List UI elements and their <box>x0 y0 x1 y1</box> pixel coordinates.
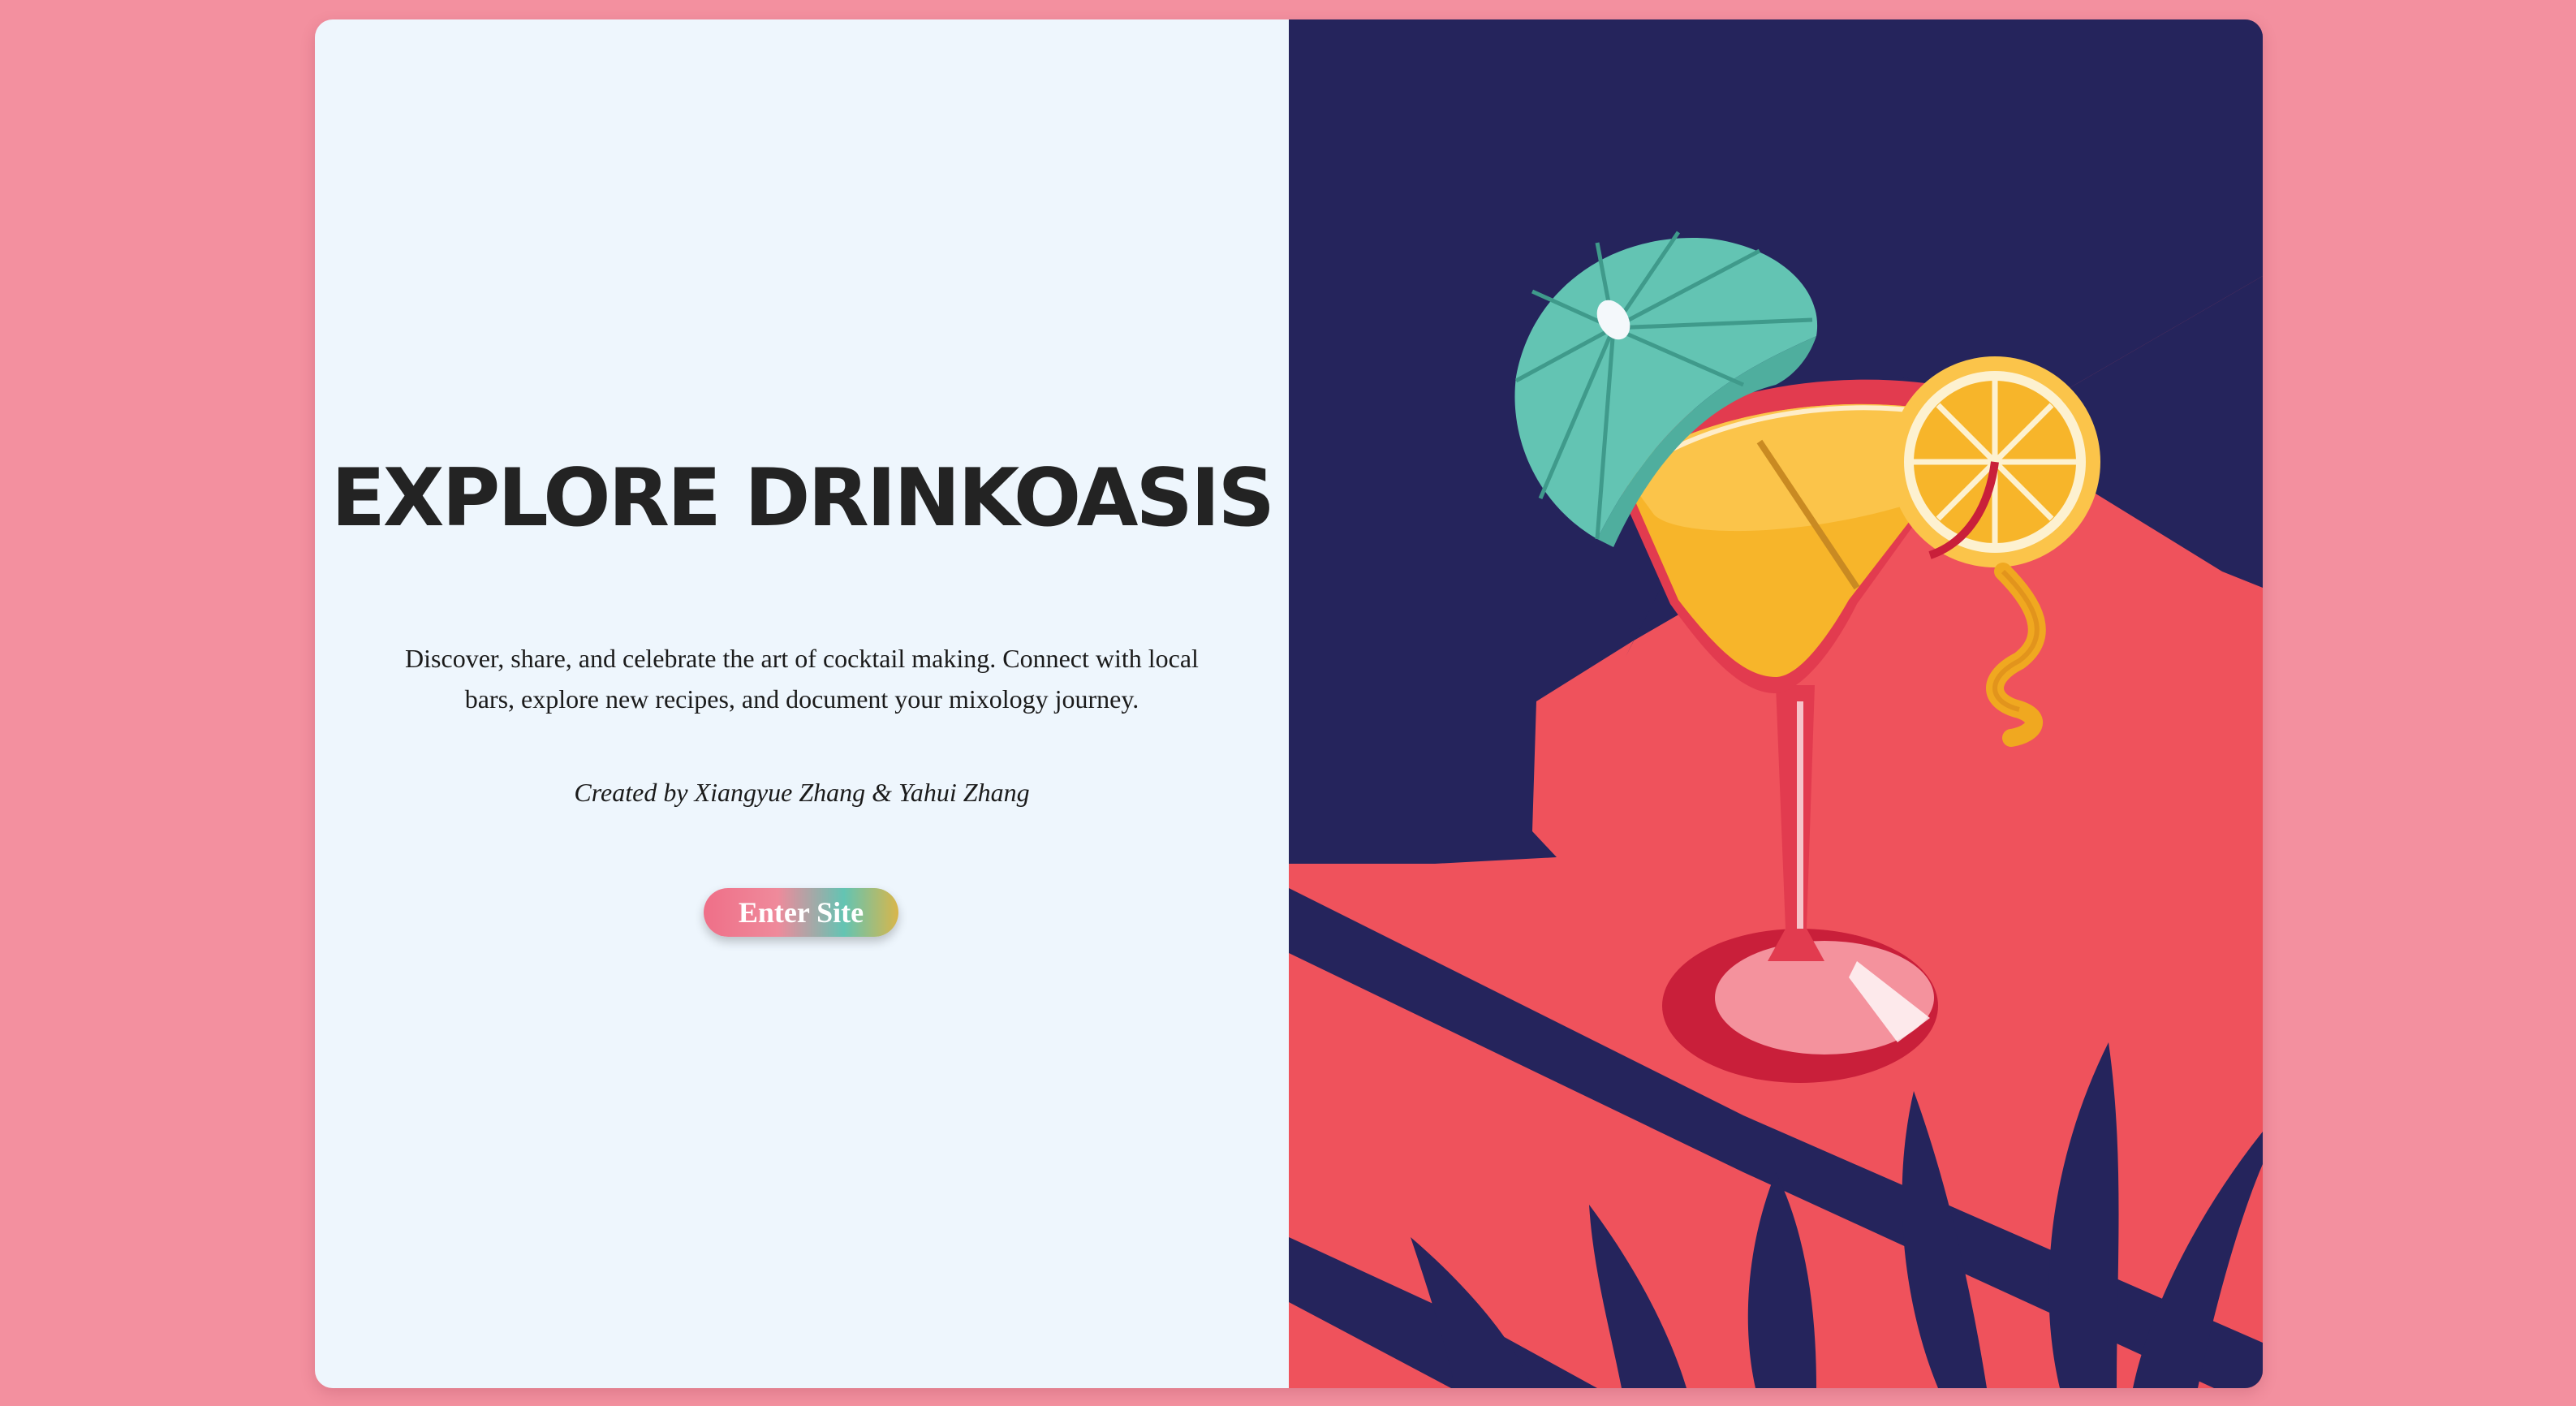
glass-stem-shine <box>1797 701 1803 929</box>
cocktail-illustration <box>1289 19 2263 1388</box>
landing-card: EXPLORE DRINKOASIS Discover, share, and … <box>315 19 2263 1388</box>
illustration-panel <box>1289 19 2263 1388</box>
site-description: Discover, share, and celebrate the art o… <box>405 644 1199 714</box>
orange-slice <box>1889 356 2100 567</box>
author-credit: Created by Xiangyue Zhang & Yahui Zhang <box>574 778 1030 807</box>
intro-panel: EXPLORE DRINKOASIS Discover, share, and … <box>315 19 1289 1388</box>
enter-site-button[interactable]: Enter Site <box>704 888 898 937</box>
page-title: EXPLORE DRINKOASIS <box>330 452 1275 545</box>
